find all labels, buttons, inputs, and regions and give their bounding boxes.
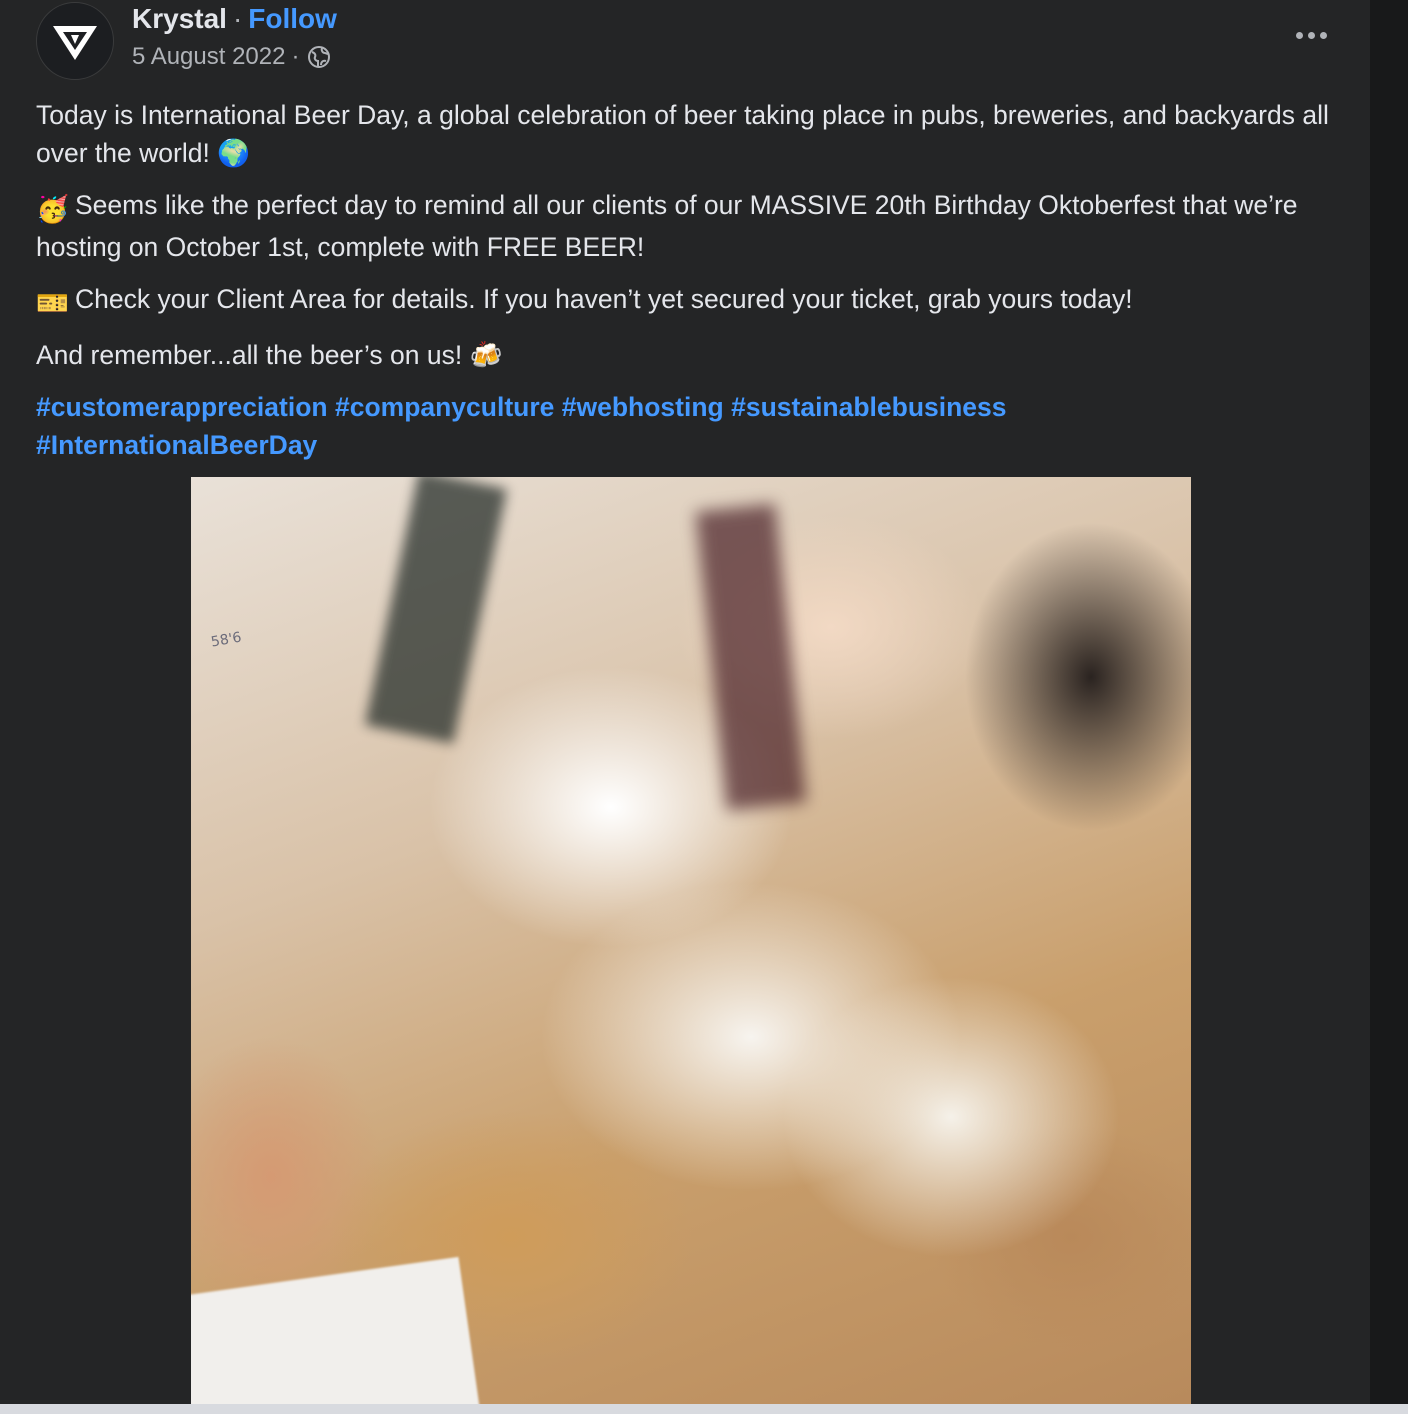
post-photo[interactable]: 58'6 — [191, 477, 1191, 1404]
photo-detail — [364, 477, 508, 744]
globe-icon — [307, 45, 331, 69]
post-paragraph-2-text: Seems like the perfect day to remind all… — [36, 190, 1298, 262]
hashtag-link[interactable]: #InternationalBeerDay — [36, 430, 317, 460]
post-paragraph-3: 🎫 Check your Client Area for details. If … — [36, 280, 1356, 322]
hashtag-link[interactable]: #sustainablebusiness — [731, 392, 1006, 422]
post-text: Today is International Beer Day, a globa… — [36, 96, 1356, 478]
hashtag-link[interactable]: #webhosting — [562, 392, 724, 422]
hashtag-link[interactable]: #companyculture — [335, 392, 554, 422]
photo-detail — [695, 503, 807, 811]
party-face-emoji-icon: 🥳 — [36, 194, 69, 224]
follow-button[interactable]: Follow — [248, 3, 337, 34]
ticket-emoji-icon: 🎫 — [36, 288, 69, 318]
photo-paper-text: 58'6 — [209, 629, 243, 651]
hashtag-list: #customerappreciation #companyculture #w… — [36, 388, 1356, 464]
post-date[interactable]: 5 August 2022 — [132, 42, 285, 72]
avatar[interactable] — [36, 2, 114, 80]
post-paragraph-4: And remember...all the beer’s on us! 🍻 — [36, 340, 503, 370]
post-paragraph-3-text: Check your Client Area for details. If y… — [75, 284, 1133, 314]
more-options-icon[interactable] — [1286, 18, 1336, 52]
separator-dot: · — [232, 3, 243, 34]
post-header: Krystal · Follow 5 August 2022 · — [36, 0, 1346, 80]
post-paragraph-1: Today is International Beer Day, a globa… — [36, 100, 1329, 168]
page-side-strip — [1370, 0, 1408, 1414]
facebook-post: Krystal · Follow 5 August 2022 · Today is … — [0, 0, 1370, 1404]
author-name[interactable]: Krystal — [132, 3, 227, 34]
hashtag-link[interactable]: #customerappreciation — [36, 392, 328, 422]
date-separator: · — [291, 43, 300, 70]
photo-paper — [191, 1256, 481, 1404]
post-paragraph-2: 🥳 Seems like the perfect day to remind al… — [36, 186, 1356, 266]
author-line: Krystal · Follow — [132, 2, 337, 36]
bottom-scroll-bar[interactable] — [0, 1404, 1408, 1414]
post-meta: 5 August 2022 · — [132, 42, 331, 72]
krystal-logo-icon — [53, 26, 97, 60]
